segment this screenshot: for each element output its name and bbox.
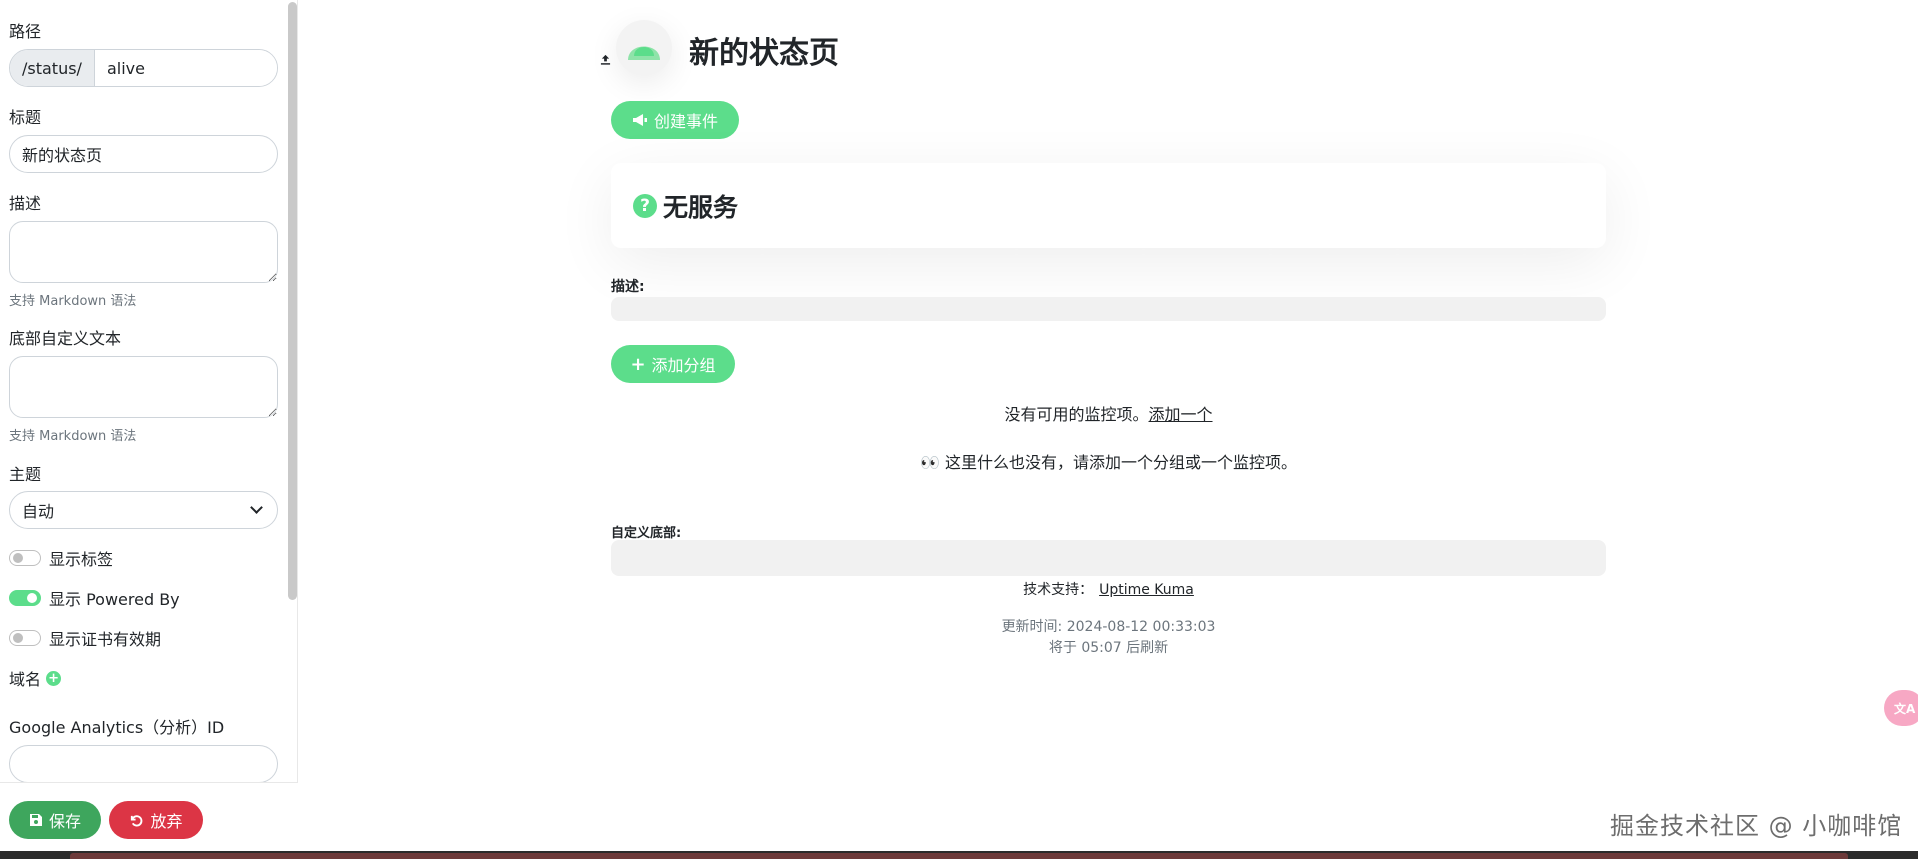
toggle-label: 显示标签 <box>49 550 114 569</box>
toggle-switch[interactable] <box>9 630 41 646</box>
toggle-label: 显示证书有效期 <box>49 630 162 649</box>
custom-footer-editable-area[interactable] <box>611 540 1606 576</box>
toggle-label: 显示 Powered By <box>49 590 180 609</box>
description-textarea[interactable] <box>9 221 278 283</box>
add-one-link[interactable]: 添加一个 <box>1149 405 1213 424</box>
overall-status-card: ? 无服务 <box>611 163 1606 248</box>
save-button[interactable]: 保存 <box>9 801 101 839</box>
empty-state-message: 👀 这里什么也没有，请添加一个分组或一个监控项。 <box>919 453 1297 472</box>
sidebar-footer: 保存 放弃 <box>0 782 298 859</box>
upload-icon[interactable] <box>600 54 611 68</box>
custom-footer-heading: 自定义底部: <box>611 526 682 541</box>
path-label: 路径 <box>9 22 42 41</box>
theme-select-value: 自动 <box>22 502 55 521</box>
discard-button[interactable]: 放弃 <box>109 801 203 839</box>
toggle-switch[interactable] <box>9 550 41 566</box>
domain-label: 域名 <box>9 670 42 689</box>
path-input-group: /status/ <box>9 49 278 87</box>
last-updated-text: 更新时间: 2024-08-12 00:33:03 <box>1001 619 1216 635</box>
domain-label-row: 域名 + <box>9 666 62 690</box>
add-group-button[interactable]: + 添加分组 <box>611 345 735 383</box>
add-group-label: 添加分组 <box>651 356 716 375</box>
discard-label: 放弃 <box>150 812 183 831</box>
footer-text-hint: 支持 Markdown 语法 <box>9 429 137 444</box>
create-incident-button[interactable]: 创建事件 <box>611 101 739 139</box>
path-input[interactable] <box>94 50 277 86</box>
theme-select[interactable]: 自动 <box>9 491 278 529</box>
edit-sidebar: 路径 /status/ 标题 描述 支持 Markdown 语法 底部自定义文本… <box>0 0 298 859</box>
description-editable-area[interactable] <box>611 297 1606 321</box>
ga-id-input[interactable] <box>9 745 278 782</box>
toggle-show-cert-expiry[interactable]: 显示证书有效期 <box>9 626 161 650</box>
add-domain-icon[interactable]: + <box>46 670 62 686</box>
uptime-kuma-link[interactable]: Uptime Kuma <box>1099 582 1194 598</box>
description-hint: 支持 Markdown 语法 <box>9 294 137 309</box>
question-circle-icon: ? <box>633 193 657 218</box>
powered-by: 技术支持： Uptime Kuma <box>611 579 1606 599</box>
page-title: 新的状态页 <box>689 36 839 71</box>
footer-text-textarea[interactable] <box>9 356 278 418</box>
toggle-switch[interactable] <box>9 590 41 606</box>
overall-status-title: 无服务 <box>663 192 739 222</box>
description-heading: 描述: <box>611 279 645 295</box>
sidebar-form[interactable]: 路径 /status/ 标题 描述 支持 Markdown 语法 底部自定义文本… <box>0 0 288 782</box>
toggle-show-tags[interactable]: 显示标签 <box>9 546 113 570</box>
ga-label: Google Analytics（分析）ID <box>9 718 225 737</box>
no-monitors-text: 没有可用的监控项。 <box>1004 405 1149 424</box>
chevron-down-icon <box>250 501 263 514</box>
title-input[interactable] <box>9 135 278 173</box>
watermark-text: 掘金技术社区 @ 小咖啡馆 <box>1610 812 1903 840</box>
create-incident-label: 创建事件 <box>653 112 718 131</box>
title-label: 标题 <box>9 108 42 127</box>
translate-float-icon[interactable]: 文A <box>1884 690 1918 726</box>
save-icon <box>29 813 43 827</box>
plus-icon: + <box>630 353 646 375</box>
status-page-logo[interactable] <box>616 20 672 76</box>
undo-icon <box>129 813 144 828</box>
megaphone-icon <box>632 113 648 127</box>
sidebar-scrollbar[interactable] <box>288 2 297 600</box>
bottom-window-strip <box>0 851 1918 859</box>
save-label: 保存 <box>48 812 81 831</box>
toggle-show-powered-by[interactable]: 显示 Powered By <box>9 586 180 610</box>
kuma-logo-icon <box>628 46 660 60</box>
no-monitors-message: 没有可用的监控项。添加一个 <box>611 401 1606 425</box>
path-prefix: /status/ <box>10 50 95 86</box>
theme-label: 主题 <box>9 465 42 484</box>
refresh-countdown-text: 将于 05:07 后刷新 <box>1048 640 1169 656</box>
footer-text-label: 底部自定义文本 <box>9 329 122 348</box>
powered-by-label: 技术支持： <box>1023 582 1094 598</box>
description-label: 描述 <box>9 194 42 213</box>
status-page-preview: 新的状态页 创建事件 ? 无服务 描述: + 添加分组 没有可用的监控项。添加一… <box>298 0 1918 859</box>
